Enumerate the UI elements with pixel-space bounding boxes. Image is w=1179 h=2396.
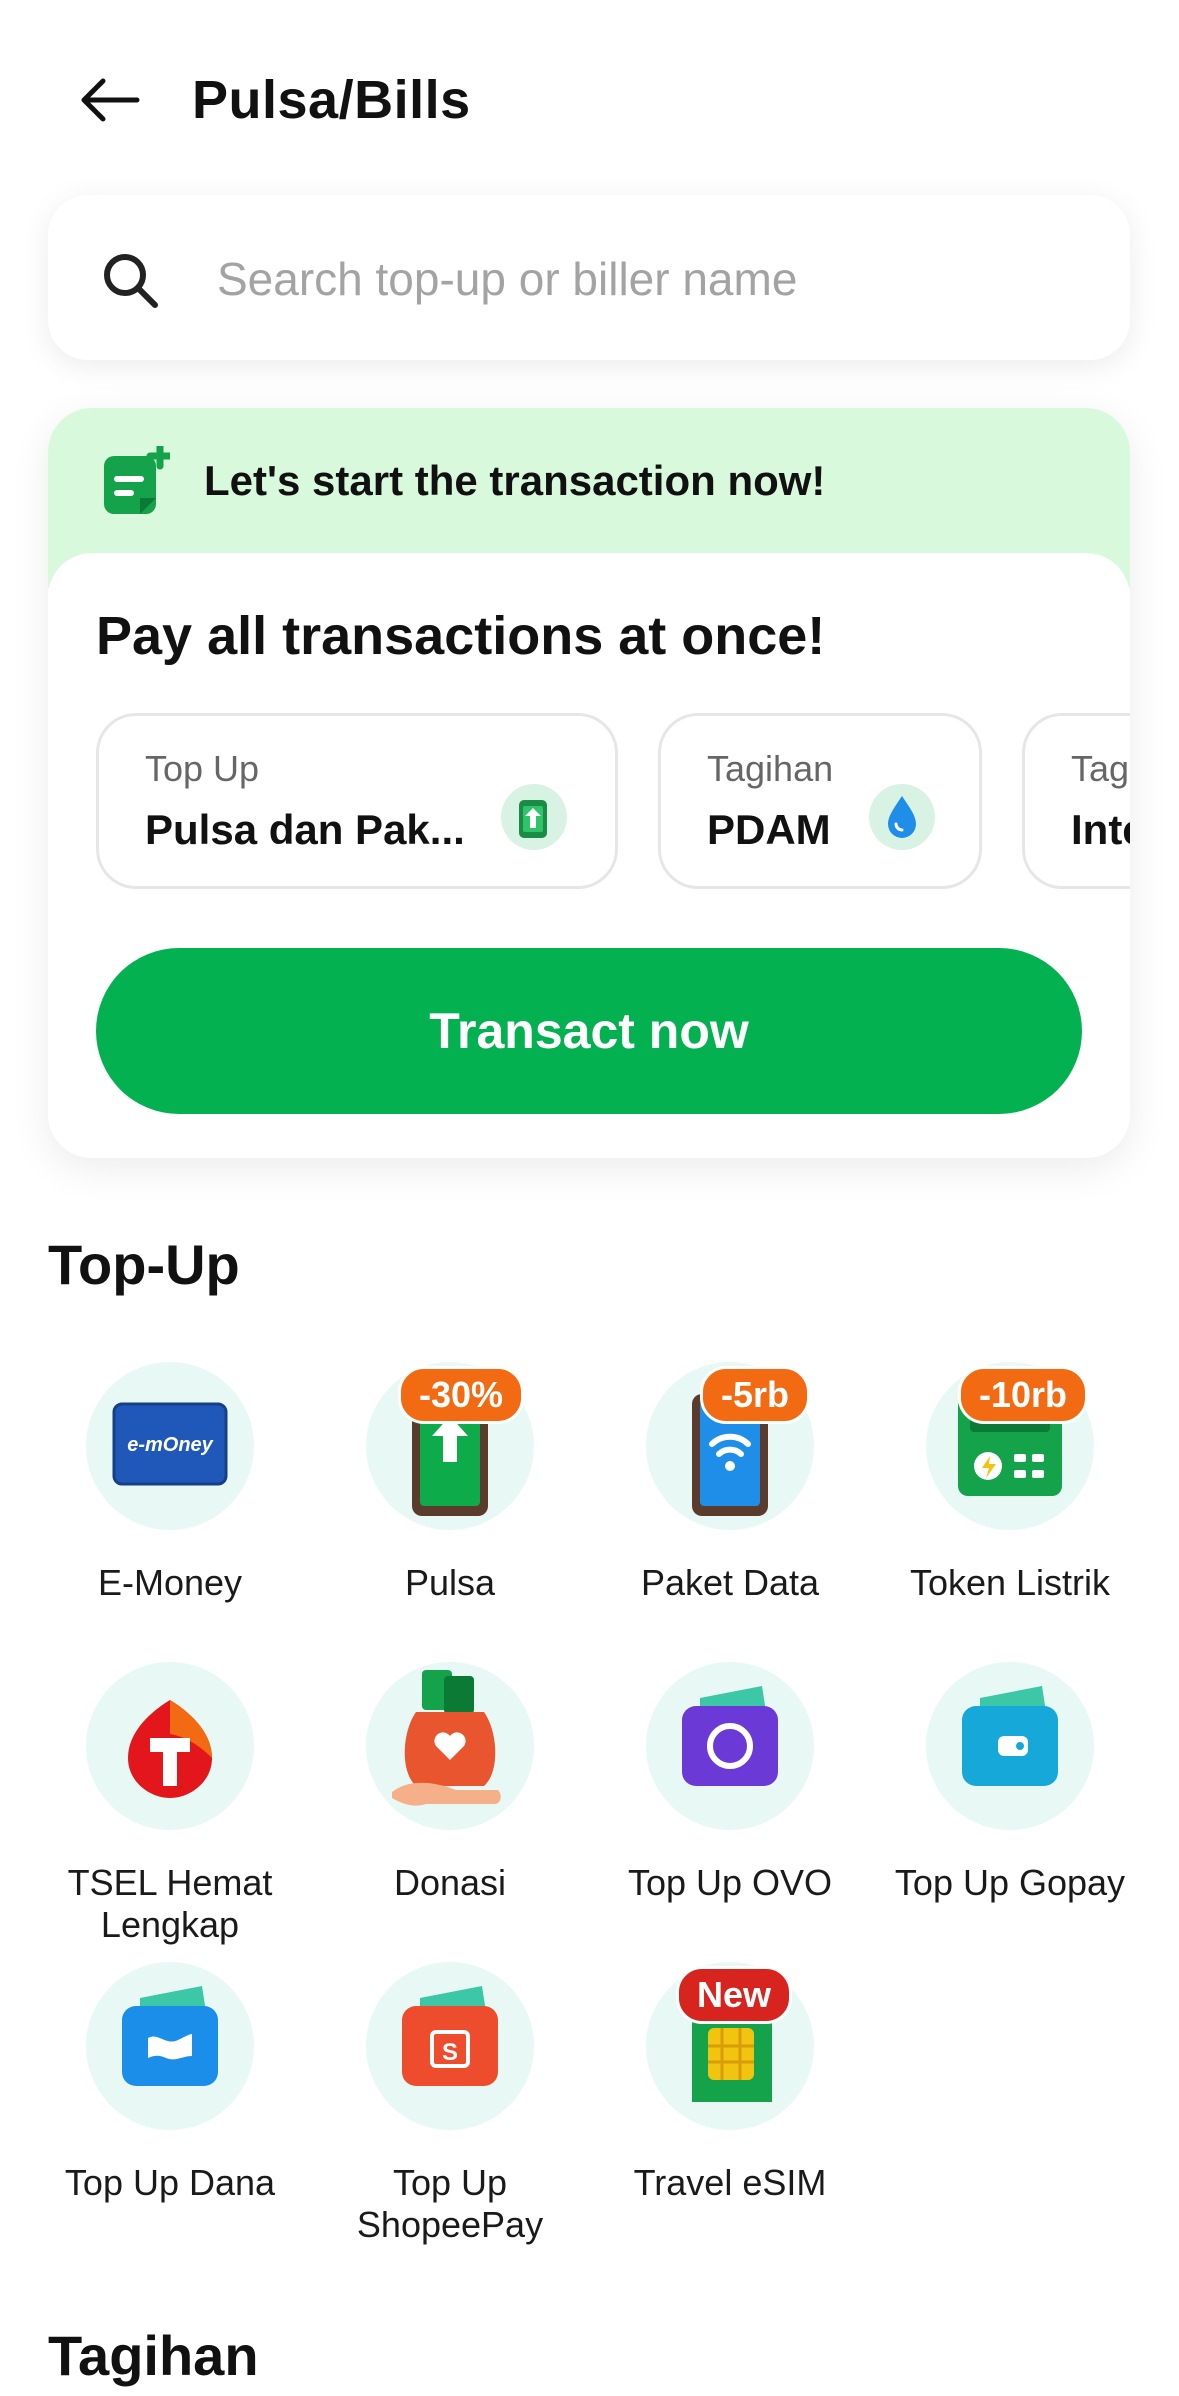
item-label: TSEL Hemat Lengkap — [67, 1862, 273, 1945]
topup-item-paket-data[interactable]: -5rb Paket Data — [590, 1362, 870, 1642]
item-label: Travel eSIM — [633, 2162, 827, 2203]
dana-wallet-icon — [122, 1986, 218, 2086]
chip-tagihan-pdam[interactable]: Tagihan PDAM — [658, 713, 982, 889]
item-label: Top Up Dana — [64, 2162, 276, 2203]
chip-label: Tag — [1071, 748, 1130, 789]
topup-item-gopay[interactable]: Top Up Gopay — [870, 1662, 1150, 1942]
new-badge: New — [676, 1966, 793, 2024]
transact-now-button[interactable]: Transact now — [96, 948, 1082, 1114]
search-input[interactable] — [215, 240, 1079, 318]
section-title-tagihan: Tagihan — [48, 2324, 259, 2387]
search-icon — [104, 254, 158, 308]
topup-item-shopeepay[interactable]: S Top Up ShopeePay — [310, 1962, 590, 2245]
document-plus-icon — [104, 446, 170, 514]
header: Pulsa/Bills — [0, 0, 1179, 190]
discount-badge: -30% — [398, 1366, 525, 1424]
donation-icon — [392, 1670, 501, 1806]
discount-badge: -10rb — [958, 1366, 1089, 1424]
topup-item-donasi[interactable]: Donasi — [310, 1662, 590, 1942]
chip-value: Pulsa dan Pak... — [145, 806, 465, 853]
gopay-wallet-icon — [962, 1686, 1058, 1786]
item-label: Top Up Gopay — [894, 1862, 1126, 1903]
item-label: E-Money — [97, 1562, 243, 1603]
topup-item-ovo[interactable]: Top Up OVO — [590, 1662, 870, 1942]
promo-heading: Pay all transactions at once! — [96, 606, 826, 666]
chip-value: PDAM — [707, 806, 831, 853]
back-arrow-icon — [81, 78, 140, 122]
shopeepay-wallet-icon: S — [402, 1986, 498, 2086]
ovo-wallet-icon — [682, 1686, 778, 1786]
item-label: Donasi — [393, 1862, 507, 1903]
promo-body: Pay all transactions at once! Top Up Pul… — [48, 553, 1130, 1158]
item-label: Pulsa — [404, 1562, 496, 1603]
chip-label: Tagihan — [707, 748, 834, 789]
chip-value: Inte — [1071, 806, 1130, 853]
item-label: Top Up ShopeePay — [356, 2162, 544, 2245]
topup-item-token-listrik[interactable]: -10rb Token Listrik — [870, 1362, 1150, 1642]
chip-tagihan-internet[interactable]: Tag Inte — [1022, 713, 1130, 889]
promo-banner-text: Let's start the transaction now! — [204, 457, 826, 504]
transaction-chips: Top Up Pulsa dan Pak... Tagihan PDAM Tag… — [96, 713, 1130, 895]
item-label: Top Up OVO — [627, 1862, 833, 1903]
svg-text:S: S — [442, 2039, 458, 2066]
topup-item-emoney[interactable]: e-mOney E-Money — [30, 1362, 310, 1642]
phone-arrow-icon — [501, 784, 567, 850]
water-drop-icon — [869, 784, 935, 850]
chip-topup-pulsa[interactable]: Top Up Pulsa dan Pak... — [96, 713, 618, 889]
emoney-card-icon: e-mOney — [112, 1402, 228, 1486]
item-label: Paket Data — [640, 1562, 820, 1603]
item-label: Token Listrik — [909, 1562, 1111, 1603]
back-button[interactable] — [70, 60, 150, 140]
topup-item-pulsa[interactable]: -30% Pulsa — [310, 1362, 590, 1642]
topup-item-tsel-hemat[interactable]: TSEL Hemat Lengkap — [30, 1662, 310, 1945]
topup-item-travel-esim[interactable]: New Travel eSIM — [590, 1962, 870, 2242]
svg-text:e-mOney: e-mOney — [127, 1434, 213, 1456]
discount-badge: -5rb — [700, 1366, 811, 1424]
page-title: Pulsa/Bills — [192, 70, 471, 130]
telkomsel-icon — [128, 1700, 212, 1798]
chip-label: Top Up — [145, 748, 260, 789]
topup-item-dana[interactable]: Top Up Dana — [30, 1962, 310, 2242]
transaction-promo-card: Let's start the transaction now! Pay all… — [48, 408, 1130, 1158]
section-title-topup: Top-Up — [48, 1233, 240, 1296]
